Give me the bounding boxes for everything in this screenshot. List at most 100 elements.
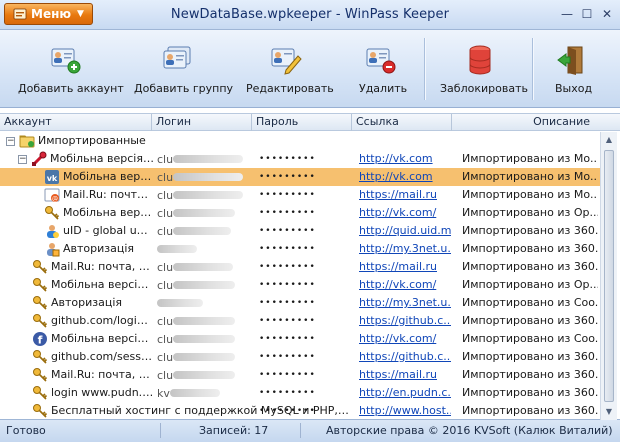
account-name: Mail.Ru: почта, по... xyxy=(51,368,154,381)
database-lock-icon xyxy=(469,45,491,75)
redacted-login xyxy=(173,227,232,235)
table-row[interactable]: uID - global uCo... clu ••••••••• http://qu… xyxy=(0,222,600,240)
description-value: Импортировано из Мо... xyxy=(462,152,598,165)
delete-button[interactable]: Удалить xyxy=(346,30,416,108)
column-header-password[interactable]: Пароль xyxy=(252,114,352,131)
link-value[interactable]: https://github.c... xyxy=(359,312,451,330)
exit-button[interactable]: Выход xyxy=(540,30,604,108)
description-value: Импортировано из Coo... xyxy=(462,296,598,309)
table-row[interactable]: f Мобільна версія ... clu ••••••••• http://v… xyxy=(0,330,600,348)
link-value[interactable]: http://my.3net.u... xyxy=(359,240,451,258)
link-value[interactable]: http://my.3net.u... xyxy=(359,294,451,312)
window-title: NewDataBase.wpkeeper - WinPass Keeper xyxy=(170,7,450,22)
table-row[interactable]: Мобільна версі... clu ••••••••• http://vk.c… xyxy=(0,204,600,222)
edit-button[interactable]: Редактировать xyxy=(238,30,334,108)
toolbar: Добавить аккаунт Добавить группу Редакти… xyxy=(0,30,620,108)
key-icon xyxy=(33,278,48,292)
link-value[interactable]: https://mail.ru xyxy=(359,186,451,204)
add-account-icon xyxy=(51,48,81,74)
redacted-login xyxy=(173,353,236,361)
table-row[interactable]: Мобільна версія ... clu ••••••••• http://vk… xyxy=(0,276,600,294)
key-icon xyxy=(33,296,48,310)
login-value: clu xyxy=(157,330,252,348)
lock-button[interactable]: Заблокировать xyxy=(432,30,528,108)
column-header-description[interactable]: Описание xyxy=(452,114,620,131)
status-text: Готово xyxy=(6,424,46,437)
link-value[interactable]: http://vk.com xyxy=(359,150,451,168)
account-name: Мобільна версія ... xyxy=(51,332,154,345)
minimize-button[interactable]: — xyxy=(561,8,573,20)
exit-door-icon xyxy=(557,46,583,75)
close-button[interactable]: ✕ xyxy=(601,8,613,20)
description-value: Импортировано из 360... xyxy=(462,224,598,237)
facebook-icon: f xyxy=(33,332,47,347)
scroll-up-icon[interactable]: ▲ xyxy=(601,132,617,148)
scroll-down-icon[interactable]: ▼ xyxy=(601,404,617,420)
link-value[interactable]: https://mail.ru xyxy=(359,258,451,276)
link-value[interactable]: https://github.c... xyxy=(359,348,451,366)
login-value: clu xyxy=(157,258,252,276)
key-red-icon xyxy=(32,151,47,166)
description-value: Импортировано из 360... xyxy=(462,314,598,327)
password-value: ••••••••• xyxy=(259,154,316,164)
table-header: Аккаунт Логин Пароль Ссылка Описание xyxy=(0,113,620,131)
collapse-toggle-icon[interactable]: − xyxy=(6,137,15,146)
table-row[interactable]: github.com/sessio... clu ••••••••• https://… xyxy=(0,348,600,366)
collapse-toggle-icon[interactable]: − xyxy=(18,155,27,164)
account-name: github.com/sessio... xyxy=(51,350,154,363)
table-row[interactable]: login www.pudn.c... kv ••••••••• http://en.… xyxy=(0,384,600,402)
edit-icon xyxy=(271,48,302,75)
login-value: clu xyxy=(157,168,252,186)
key-icon xyxy=(33,368,48,382)
toolbar-separator xyxy=(424,38,425,100)
table-row[interactable]: Авторизація ••••••••• http://my.3net.u... И… xyxy=(0,240,600,258)
column-header-account[interactable]: Аккаунт xyxy=(0,114,152,131)
add-group-button[interactable]: Добавить группу xyxy=(130,30,233,108)
user-icon xyxy=(47,243,60,257)
login-value: clu xyxy=(157,276,252,294)
table-row[interactable]: Mail.Ru: почта, по... clu ••••••••• https:/… xyxy=(0,258,600,276)
menu-button[interactable]: Меню ▼ xyxy=(4,3,93,25)
account-name: login www.pudn.c... xyxy=(51,386,154,399)
column-header-link[interactable]: Ссылка xyxy=(352,114,452,131)
link-value[interactable]: http://www.host... xyxy=(359,402,451,420)
table-row[interactable]: − Мобільна версія ... clu ••••••••• http://v… xyxy=(0,150,600,168)
key-icon xyxy=(33,404,48,418)
accounts-table: Аккаунт Логин Пароль Ссылка Описание − Им… xyxy=(0,108,620,420)
scrollbar-thumb[interactable] xyxy=(604,150,614,402)
account-name: Мобільна версія ... xyxy=(50,152,154,165)
description-value: Импортировано из 360... xyxy=(462,260,598,273)
key-icon xyxy=(33,386,48,400)
maximize-button[interactable]: ☐ xyxy=(581,8,593,20)
chevron-down-icon: ▼ xyxy=(77,9,84,19)
link-value[interactable]: http://vk.com/ xyxy=(359,204,451,222)
description-value: Импортировано из 360... xyxy=(462,404,598,417)
column-header-login[interactable]: Логин xyxy=(152,114,252,131)
login-value xyxy=(157,294,252,312)
table-row[interactable]: vk Мобільна версі... clu ••••••••• http://vk… xyxy=(0,168,600,186)
exit-label: Выход xyxy=(555,82,593,95)
table-row[interactable]: Mail.Ru: почта, по... clu ••••••••• https:/… xyxy=(0,366,600,384)
login-value: clu xyxy=(157,312,252,330)
login-value: kv xyxy=(157,384,252,402)
password-value: ••••••••• xyxy=(259,370,316,380)
table-row[interactable]: Бесплатный хостинг с поддержкой MySQL и … xyxy=(0,402,600,420)
login-value: clu xyxy=(157,366,252,384)
link-value[interactable]: http://en.pudn.c... xyxy=(359,384,451,402)
table-row[interactable]: Авторизація ••••••••• http://my.3net.u... И… xyxy=(0,294,600,312)
link-value[interactable]: https://mail.ru xyxy=(359,366,451,384)
password-value: ••••••••• xyxy=(259,208,316,218)
link-value[interactable]: http://vk.com xyxy=(359,168,451,186)
description-value: Импортировано из 360... xyxy=(462,368,598,381)
link-value[interactable]: http://vk.com/ xyxy=(359,276,451,294)
link-value[interactable]: http://quid.uid.m... xyxy=(359,222,451,240)
table-row[interactable]: @ Mail.Ru: почта, ... clu ••••••••• https://… xyxy=(0,186,600,204)
status-separator xyxy=(160,423,161,438)
vertical-scrollbar[interactable]: ▲ ▼ xyxy=(600,132,617,420)
table-row[interactable]: github.com/login (... clu ••••••••• https:/… xyxy=(0,312,600,330)
table-row[interactable]: − Импортированные xyxy=(0,132,600,150)
add-account-button[interactable]: Добавить аккаунт xyxy=(10,30,124,108)
redacted-login xyxy=(173,263,234,271)
link-value[interactable]: http://vk.com/ xyxy=(359,330,451,348)
account-name: Mail.Ru: почта, по... xyxy=(51,260,154,273)
